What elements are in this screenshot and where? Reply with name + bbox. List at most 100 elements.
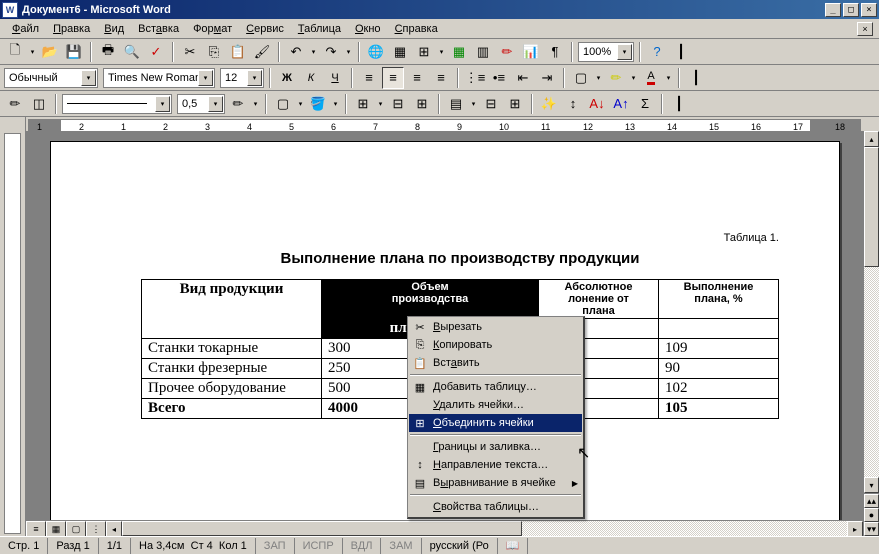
scroll-down-button[interactable]: ▾ [864, 477, 879, 493]
spell-button[interactable]: ✓ [145, 41, 167, 63]
horizontal-scrollbar[interactable]: ◂ ▸ [106, 521, 863, 536]
ctx-копировать[interactable]: ⎘Копировать [409, 336, 582, 354]
underline-button[interactable]: Ч [324, 67, 346, 89]
browse-object-button[interactable]: ● [864, 508, 879, 522]
insert-table-button[interactable]: ⊞ [413, 41, 435, 63]
help-button[interactable]: ? [646, 41, 668, 63]
open-button[interactable]: 📂 [39, 41, 61, 63]
font-color-button[interactable]: A [640, 67, 662, 89]
insert-dropdown[interactable]: ▾ [376, 93, 385, 115]
status-trk[interactable]: ИСПР [295, 538, 343, 554]
italic-button[interactable]: К [300, 67, 322, 89]
merge-cells-button[interactable]: ⊟ [387, 93, 409, 115]
split-cells-button[interactable]: ⊞ [411, 93, 433, 115]
print-button[interactable]: 🖶 [97, 41, 119, 63]
hscroll-thumb[interactable] [122, 521, 522, 536]
numbered-list-button[interactable]: ⋮≡ [464, 67, 486, 89]
autosum-button[interactable]: Σ [634, 93, 656, 115]
menu-справка[interactable]: Справка [389, 21, 444, 37]
border-color-button[interactable]: ✏ [227, 93, 249, 115]
redo-dropdown[interactable]: ▾ [344, 41, 353, 63]
table-dropdown[interactable]: ▾ [437, 41, 446, 63]
menu-вставка[interactable]: Вставка [132, 21, 185, 37]
insert-table2-button[interactable]: ⊞ [352, 93, 374, 115]
menu-правка[interactable]: Правка [47, 21, 96, 37]
paste-button[interactable]: 📋 [227, 41, 249, 63]
border-style-combo[interactable]: ▾ [62, 94, 172, 114]
redo-button[interactable]: ↷ [320, 41, 342, 63]
style-combo[interactable]: Обычный▾ [4, 68, 98, 88]
status-rec[interactable]: ЗАП [256, 538, 295, 554]
mdi-close-button[interactable]: × [857, 22, 873, 36]
ctx-границы[interactable]: Границы и заливка… [409, 438, 582, 456]
status-language[interactable]: русский (Ро [422, 538, 498, 554]
toolbar-toggle-button[interactable]: ┃ [668, 93, 690, 115]
drawing-button[interactable]: ✏ [496, 41, 518, 63]
normal-view-button[interactable]: ≡ [26, 521, 46, 537]
status-book-icon[interactable]: 📖 [498, 538, 529, 554]
text-direction-button[interactable]: ↕ [562, 93, 584, 115]
minimize-button[interactable]: _ [825, 3, 841, 17]
sort-desc-button[interactable]: A↑ [610, 93, 632, 115]
tables-borders-button[interactable]: ▦ [389, 41, 411, 63]
ctx-вырезать[interactable]: ✂Вырезать [409, 318, 582, 336]
show-marks-button[interactable]: ¶ [544, 41, 566, 63]
align-center-button[interactable]: ≡ [382, 67, 404, 89]
align-justify-button[interactable]: ≡ [430, 67, 452, 89]
menu-файл[interactable]: Файл [6, 21, 45, 37]
scroll-left-button[interactable]: ◂ [106, 521, 122, 537]
cellalign-dropdown[interactable]: ▾ [469, 93, 478, 115]
undo-button[interactable]: ↶ [285, 41, 307, 63]
draw-table-button[interactable]: ✏ [4, 93, 26, 115]
fill-dropdown[interactable]: ▾ [331, 93, 340, 115]
prev-page-button[interactable]: ▴▴ [864, 494, 879, 508]
sort-asc-button[interactable]: A↓ [586, 93, 608, 115]
status-ext[interactable]: ВДЛ [343, 538, 382, 554]
menu-формат[interactable]: Формат [187, 21, 238, 37]
close-button[interactable]: × [861, 3, 877, 17]
font-combo[interactable]: Times New Roman▾ [103, 68, 215, 88]
border-dropdown[interactable]: ▾ [296, 93, 305, 115]
hyperlink-button[interactable]: 🌐 [365, 41, 387, 63]
highlight-dropdown[interactable]: ▾ [629, 67, 638, 89]
align-left-button[interactable]: ≡ [358, 67, 380, 89]
eraser-button[interactable]: ◫ [28, 93, 50, 115]
highlight-button[interactable]: ✏ [605, 67, 627, 89]
bold-button[interactable]: Ж [276, 67, 298, 89]
web-view-button[interactable]: ▦ [46, 521, 66, 537]
map-button[interactable]: 📊 [520, 41, 542, 63]
outline-view-button[interactable]: ⋮ [86, 521, 106, 537]
ctx-вставить[interactable]: 📋Вставить [409, 354, 582, 372]
ctx-свойства[interactable]: Свойства таблицы… [409, 498, 582, 516]
vertical-ruler[interactable] [0, 131, 26, 536]
fill-color-button[interactable]: 🪣 [307, 93, 329, 115]
border-color-dropdown[interactable]: ▾ [251, 93, 260, 115]
cut-button[interactable]: ✂ [179, 41, 201, 63]
menu-сервис[interactable]: Сервис [240, 21, 290, 37]
copy-button[interactable]: ⎘ [203, 41, 225, 63]
decrease-indent-button[interactable]: ⇤ [512, 67, 534, 89]
outside-border-button[interactable]: ▢ [272, 93, 294, 115]
ctx-объединить[interactable]: ⊞Объединить ячейки [409, 414, 582, 432]
zoom-combo[interactable]: 100%▾ [578, 42, 634, 62]
autoformat-button[interactable]: ✨ [538, 93, 560, 115]
menu-окно[interactable]: Окно [349, 21, 387, 37]
increase-indent-button[interactable]: ⇥ [536, 67, 558, 89]
borders-button[interactable]: ▢ [570, 67, 592, 89]
ctx-удалить[interactable]: Удалить ячейки… [409, 396, 582, 414]
new-button[interactable]: 🗋 [4, 41, 26, 63]
vertical-scrollbar[interactable]: ▴ ▾ ▴▴ ● ▾▾ [863, 131, 879, 536]
maximize-button[interactable]: □ [843, 3, 859, 17]
format-painter-button[interactable]: 🖌 [251, 41, 273, 63]
ctx-направление[interactable]: ↕Направление текста… [409, 456, 582, 474]
new-dropdown[interactable]: ▾ [28, 41, 37, 63]
excel-button[interactable]: ▦ [448, 41, 470, 63]
whatsthis-button[interactable]: ┃ [670, 41, 692, 63]
undo-dropdown[interactable]: ▾ [309, 41, 318, 63]
ruler-button[interactable]: ┃ [685, 67, 707, 89]
scroll-right-button[interactable]: ▸ [847, 521, 863, 537]
next-page-button[interactable]: ▾▾ [864, 522, 879, 536]
distribute-rows-button[interactable]: ⊟ [480, 93, 502, 115]
bulleted-list-button[interactable]: •≡ [488, 67, 510, 89]
size-combo[interactable]: 12▾ [220, 68, 264, 88]
